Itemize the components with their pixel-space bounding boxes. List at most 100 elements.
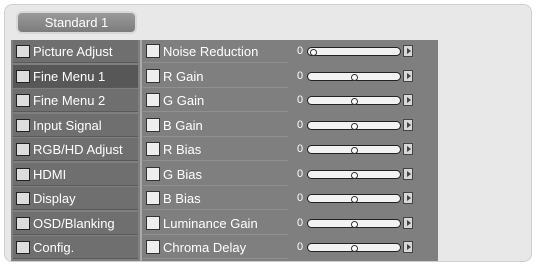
adjust-slider[interactable] <box>307 194 401 203</box>
adjust-item[interactable]: B Bias <box>143 187 288 210</box>
menu-row: Display B Bias 0 <box>11 187 438 211</box>
adjust-item[interactable]: Chroma Delay <box>143 236 288 259</box>
menu-row: Fine Menu 1 R Gain 0 <box>11 64 438 89</box>
tab-standard-1[interactable]: Standard 1 <box>16 11 137 34</box>
left-menu-label: RGB/HD Adjust <box>33 142 123 157</box>
signal-icon <box>16 118 30 132</box>
left-menu-item[interactable]: Display <box>13 187 138 210</box>
adjust-label: Noise Reduction <box>163 44 259 59</box>
adjust-item[interactable]: G Gain <box>143 89 288 112</box>
adjust-slider-group: 0 <box>297 65 417 88</box>
bias-icon <box>146 142 160 156</box>
noise-icon <box>146 44 160 58</box>
chroma-icon <box>146 240 160 254</box>
left-menu-label: Picture Adjust <box>33 44 113 59</box>
left-menu-item[interactable]: HDMI <box>13 162 138 186</box>
adjust-value: 0 <box>297 118 304 131</box>
left-menu-label: Display <box>33 191 76 206</box>
left-menu-item[interactable]: OSD/Blanking <box>13 211 138 235</box>
config-icon <box>16 241 30 254</box>
adjust-item[interactable]: Noise Reduction <box>143 40 288 63</box>
arrow-right-icon[interactable] <box>403 167 413 180</box>
arrow-right-icon[interactable] <box>403 192 413 204</box>
adjust-value: 0 <box>297 192 304 204</box>
adjust-slider[interactable] <box>307 243 401 252</box>
menu-row: Input Signal B Gain 0 <box>11 113 438 138</box>
adjust-value: 0 <box>297 45 304 57</box>
adjust-label: G Gain <box>163 93 205 108</box>
slider-knob[interactable] <box>351 122 358 130</box>
adjust-slider[interactable] <box>307 120 401 130</box>
adjust-slider[interactable] <box>307 218 401 228</box>
adjust-slider-group: 0 <box>297 114 417 137</box>
slider-knob[interactable] <box>351 73 358 81</box>
adjust-slider-group: 0 <box>297 89 417 112</box>
left-menu-item[interactable]: Fine Menu 1 <box>13 64 138 88</box>
arrow-right-icon[interactable] <box>403 69 413 82</box>
adjust-item[interactable]: R Bias <box>143 138 288 161</box>
arrow-right-icon[interactable] <box>403 94 413 106</box>
slider-knob[interactable] <box>351 220 358 228</box>
adjust-label: G Bias <box>163 166 203 182</box>
adjust-value: 0 <box>297 216 304 229</box>
adjust-item[interactable]: R Gain <box>143 65 288 88</box>
gain-icon <box>146 117 160 132</box>
adjust-slider-group: 0 <box>297 187 417 210</box>
slider-knob[interactable] <box>351 171 358 179</box>
hdmi-icon <box>16 167 30 181</box>
left-menu-item[interactable]: Input Signal <box>13 113 138 137</box>
adjust-value: 0 <box>297 69 304 82</box>
slider-knob[interactable] <box>310 49 317 56</box>
left-menu-item[interactable]: Fine Menu 2 <box>13 89 138 112</box>
arrow-right-icon[interactable] <box>403 45 413 57</box>
adjust-item[interactable]: G Bias <box>143 163 288 186</box>
left-menu-label: OSD/Blanking <box>33 215 115 231</box>
adjust-label: B Bias <box>163 191 201 206</box>
left-menu-item[interactable]: Picture Adjust <box>13 40 138 63</box>
left-menu-label: Config. <box>33 240 75 255</box>
arrow-right-icon[interactable] <box>403 143 413 155</box>
adjust-label: Chroma Delay <box>163 240 247 255</box>
adjust-value: 0 <box>297 94 304 106</box>
bias-icon <box>146 166 160 181</box>
adjust-slider[interactable] <box>307 96 401 105</box>
slider-knob[interactable] <box>351 196 358 203</box>
adjust-value: 0 <box>297 143 304 155</box>
adjust-label: B Gain <box>163 117 203 133</box>
menu-row: HDMI G Bias 0 <box>11 162 438 187</box>
menu-row: Fine Menu 2 G Gain 0 <box>11 89 438 113</box>
osd-icon <box>16 216 30 230</box>
left-menu-item[interactable]: Config. <box>13 236 138 259</box>
arrow-right-icon[interactable] <box>403 118 413 131</box>
left-menu-item[interactable]: RGB/HD Adjust <box>13 138 138 161</box>
adjust-slider-group: 0 <box>297 40 417 63</box>
adjust-slider[interactable] <box>307 71 401 81</box>
grid-icon <box>16 45 30 58</box>
adjust-slider[interactable] <box>307 145 401 154</box>
menu-row: Picture Adjust Noise Reduction 0 <box>11 40 438 64</box>
adjust-label: Luminance Gain <box>163 215 258 231</box>
adjust-slider-group: 0 <box>297 236 417 259</box>
gain-icon <box>146 93 160 107</box>
gain-icon <box>146 68 160 83</box>
menu-area: Picture Adjust Noise Reduction 0 Fine Menu … <box>11 40 438 261</box>
left-menu-label: Fine Menu 2 <box>33 93 106 108</box>
bias-icon <box>146 191 160 205</box>
slider-knob[interactable] <box>351 147 358 154</box>
luminance-icon <box>146 215 160 230</box>
rgb-icon <box>16 143 30 156</box>
adjust-slider-group: 0 <box>297 138 417 161</box>
arrow-right-icon[interactable] <box>403 241 413 253</box>
adjust-item[interactable]: B Gain <box>143 114 288 137</box>
adjust-label: R Bias <box>163 142 202 157</box>
adjust-value: 0 <box>297 167 304 180</box>
tv-icon <box>16 94 30 107</box>
adjust-label: R Gain <box>163 68 204 84</box>
left-menu-label: Input Signal <box>33 117 102 133</box>
slider-knob[interactable] <box>351 98 358 105</box>
adjust-slider[interactable] <box>307 169 401 179</box>
arrow-right-icon[interactable] <box>403 216 413 229</box>
slider-knob[interactable] <box>351 245 358 252</box>
adjust-item[interactable]: Luminance Gain <box>143 212 288 235</box>
adjust-slider[interactable] <box>307 47 401 56</box>
